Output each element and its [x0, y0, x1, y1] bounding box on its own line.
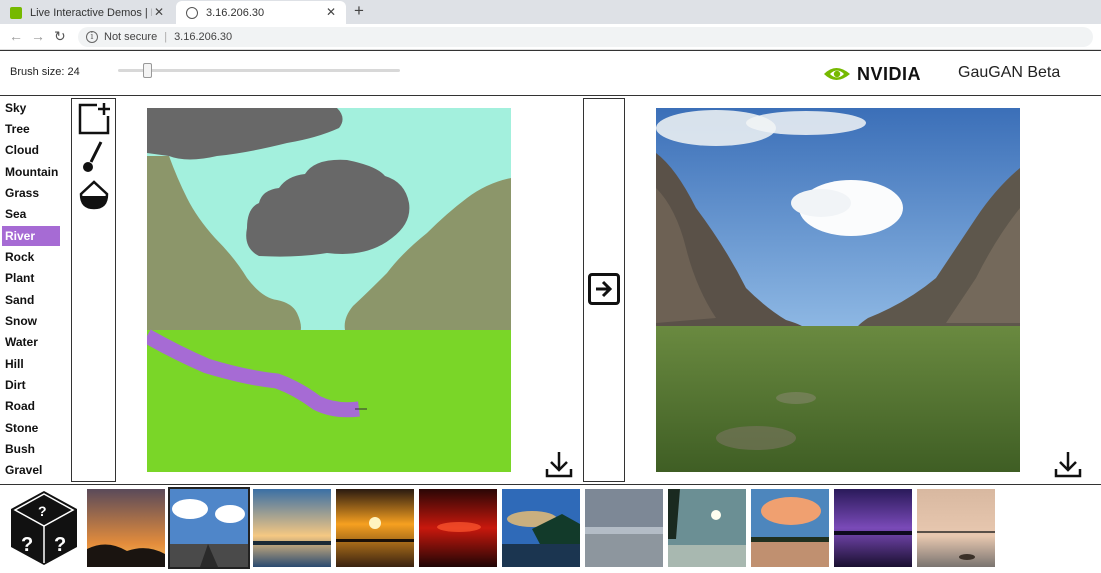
label-tree[interactable]: Tree: [2, 119, 60, 139]
globe-icon: [186, 6, 198, 19]
separator: |: [164, 31, 168, 43]
label-list: Sky Tree Cloud Mountain Grass Sea River …: [0, 97, 70, 487]
label-sea[interactable]: Sea: [2, 204, 60, 224]
label-sky[interactable]: Sky: [2, 98, 60, 118]
brush-size-slider[interactable]: [118, 63, 400, 78]
gaugan-app: Brush size: 24 NVIDIA GauGAN Beta Sky Tr…: [0, 50, 1101, 573]
style-thumbnail[interactable]: [585, 489, 663, 567]
address-bar: ← → ↻ i Not secure | 3.16.206.30: [0, 24, 1101, 50]
style-thumbnail[interactable]: [87, 489, 165, 567]
label-grass[interactable]: Grass: [2, 183, 60, 203]
style-thumbnail[interactable]: [668, 489, 746, 567]
forward-arrow-icon[interactable]: →: [31, 28, 45, 44]
style-thumbnail-strip: ? ? ?: [0, 484, 1101, 573]
label-snow[interactable]: Snow: [2, 311, 60, 331]
svg-text:?: ?: [54, 534, 66, 556]
reload-icon[interactable]: ↻: [54, 28, 66, 45]
slider-handle[interactable]: [143, 63, 152, 78]
app-toolbar: Brush size: 24 NVIDIA GauGAN Beta: [0, 51, 1101, 96]
generated-image: [656, 108, 1020, 472]
label-dirt[interactable]: Dirt: [2, 375, 60, 395]
label-bush[interactable]: Bush: [2, 439, 60, 459]
segmentation-canvas[interactable]: [147, 108, 511, 472]
nvidia-logo: NVIDIA: [822, 63, 932, 85]
convert-panel: [583, 98, 625, 482]
label-rock[interactable]: Rock: [2, 247, 60, 267]
brush-icon[interactable]: [77, 140, 111, 174]
new-tab-button[interactable]: +: [354, 1, 364, 21]
label-stone[interactable]: Stone: [2, 418, 60, 438]
style-thumbnail[interactable]: [168, 487, 250, 569]
style-thumbnail[interactable]: [336, 489, 414, 567]
tab-nvidia-demos[interactable]: Live Interactive Demos | NVIDIA ✕: [0, 1, 174, 24]
close-tab-icon[interactable]: ✕: [154, 5, 164, 19]
label-mountain[interactable]: Mountain: [2, 162, 60, 182]
tab-title: Live Interactive Demos | NVIDIA: [30, 6, 152, 19]
nvidia-favicon-icon: [10, 6, 22, 19]
label-water[interactable]: Water: [2, 332, 60, 352]
label-gravel[interactable]: Gravel: [2, 460, 60, 480]
svg-text:?: ?: [21, 534, 33, 556]
new-canvas-icon[interactable]: [77, 102, 111, 136]
security-status: Not secure: [104, 31, 158, 43]
style-thumbnail[interactable]: [419, 489, 497, 567]
download-icon[interactable]: [1053, 449, 1083, 479]
label-hill[interactable]: Hill: [2, 354, 60, 374]
style-thumbnail[interactable]: [834, 489, 912, 567]
dice-icon[interactable]: ? ? ?: [9, 489, 79, 567]
label-cloud[interactable]: Cloud: [2, 140, 60, 160]
close-tab-icon[interactable]: ✕: [326, 5, 336, 19]
url-field[interactable]: i Not secure | 3.16.206.30: [78, 27, 1093, 47]
app-title: GauGAN Beta: [958, 64, 1061, 81]
info-icon[interactable]: i: [86, 31, 98, 43]
tab-title: 3.16.206.30: [206, 6, 265, 19]
convert-button[interactable]: [588, 273, 620, 305]
brand-name: NVIDIA: [857, 63, 922, 84]
tool-panel: [71, 98, 116, 482]
download-icon[interactable]: [544, 449, 574, 479]
style-thumbnail[interactable]: [253, 489, 331, 567]
url-text: 3.16.206.30: [174, 31, 233, 43]
label-river[interactable]: River: [2, 226, 60, 246]
svg-text:?: ?: [38, 503, 47, 519]
label-road[interactable]: Road: [2, 396, 60, 416]
label-sand[interactable]: Sand: [2, 290, 60, 310]
back-arrow-icon[interactable]: ←: [9, 28, 23, 44]
paint-bucket-icon[interactable]: [77, 178, 111, 212]
style-thumbnail[interactable]: [502, 489, 580, 567]
nvidia-eye-icon: [824, 68, 850, 80]
label-plant[interactable]: Plant: [2, 268, 60, 288]
brush-size-label: Brush size: 24: [10, 66, 80, 78]
style-thumbnail[interactable]: [917, 489, 995, 567]
style-thumbnail[interactable]: [751, 489, 829, 567]
tab-gaugan[interactable]: 3.16.206.30 ✕: [176, 1, 346, 24]
browser-tab-strip: Live Interactive Demos | NVIDIA ✕ 3.16.2…: [0, 0, 1101, 24]
